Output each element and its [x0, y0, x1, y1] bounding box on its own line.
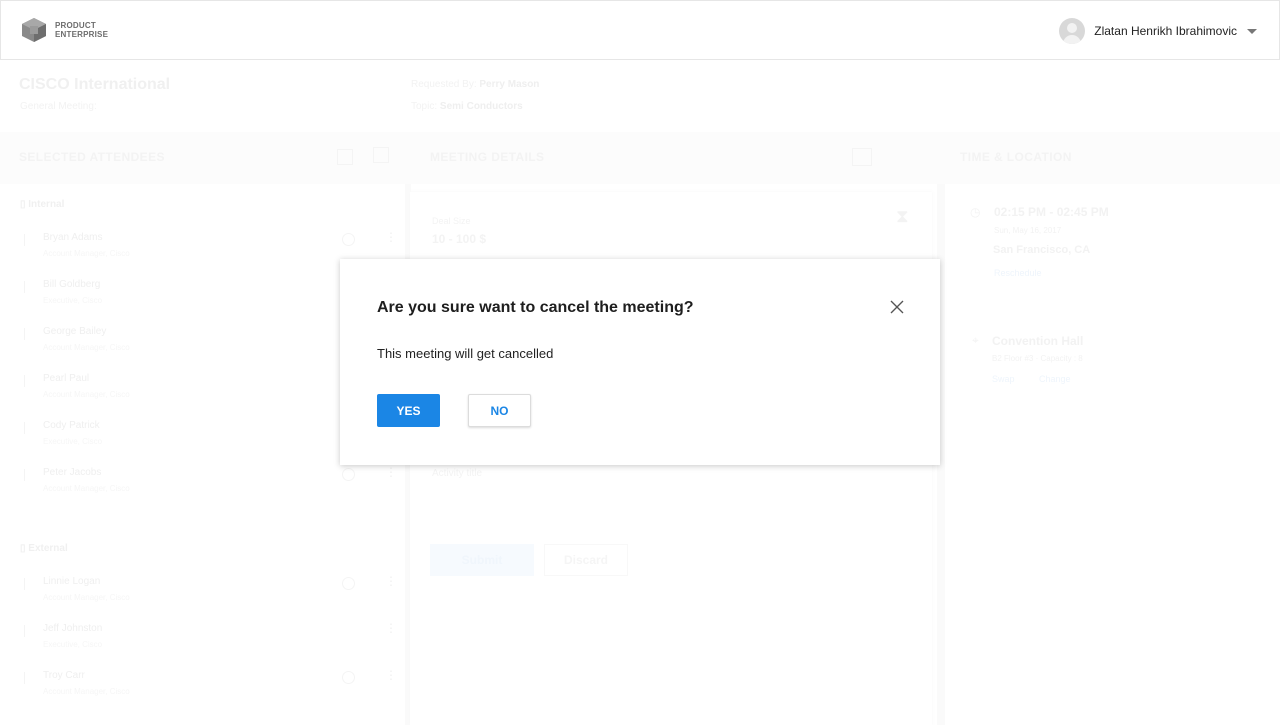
user-name: Zlatan Henrikh Ibrahimovic: [1094, 24, 1237, 38]
brand-text: PRODUCT ENTERPRISE: [55, 21, 108, 39]
dialog-message: This meeting will get cancelled: [377, 346, 554, 361]
brand-line-1: PRODUCT: [55, 21, 96, 30]
chevron-down-icon[interactable]: [1247, 28, 1257, 34]
top-bar: PRODUCT ENTERPRISE Zlatan Henrikh Ibrahi…: [0, 0, 1280, 60]
cube-logo-icon: [22, 18, 46, 42]
brand-line-2: ENTERPRISE: [55, 30, 109, 39]
dialog-title: Are you sure want to cancel the meeting?: [377, 299, 694, 316]
user-menu[interactable]: Zlatan Henrikh Ibrahimovic: [1059, 18, 1257, 44]
cancel-meeting-dialog: Are you sure want to cancel the meeting?…: [340, 259, 940, 465]
avatar: [1059, 18, 1086, 44]
brand-logo[interactable]: PRODUCT ENTERPRISE: [21, 17, 108, 43]
no-button[interactable]: NO: [468, 394, 531, 427]
yes-button[interactable]: YES: [377, 394, 440, 427]
close-icon[interactable]: [889, 299, 905, 315]
